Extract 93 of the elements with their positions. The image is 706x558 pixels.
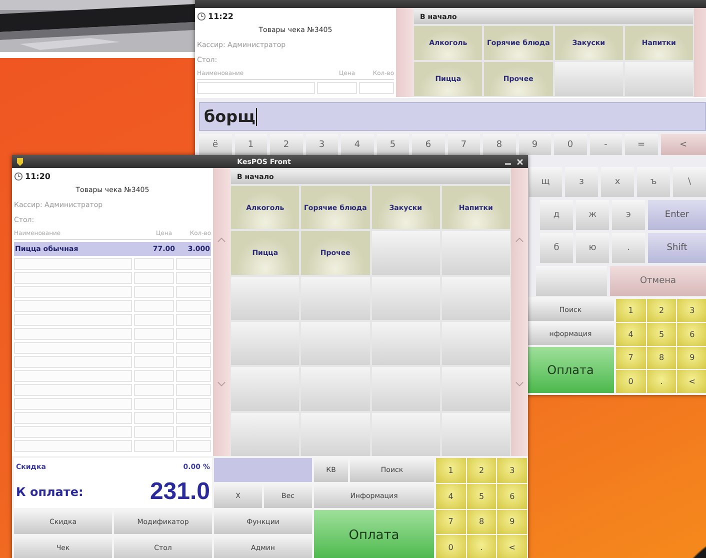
category-button[interactable] bbox=[442, 276, 510, 320]
keyboard-key[interactable]: . bbox=[612, 233, 645, 263]
numpad-key[interactable]: 7 bbox=[616, 346, 646, 370]
scroll-column[interactable] bbox=[213, 168, 230, 456]
keyboard-key[interactable]: Shift bbox=[648, 233, 706, 263]
keyboard-key[interactable]: э bbox=[612, 200, 645, 230]
keyboard-key[interactable]: 0 bbox=[554, 134, 586, 155]
pay-button[interactable]: Оплата bbox=[527, 347, 614, 393]
category-button[interactable] bbox=[301, 367, 370, 411]
category-button[interactable] bbox=[301, 412, 370, 456]
keyboard-key[interactable]: 2 bbox=[270, 134, 302, 155]
numpad-key[interactable]: 9 bbox=[497, 510, 527, 534]
keyboard-key[interactable]: д bbox=[540, 200, 573, 230]
category-button[interactable] bbox=[231, 367, 300, 411]
chevron-down-icon[interactable] bbox=[515, 381, 524, 387]
keyboard-key[interactable]: ж bbox=[576, 200, 609, 230]
category-button[interactable] bbox=[372, 367, 440, 411]
keyboard-key[interactable]: Enter bbox=[648, 200, 706, 230]
numpad-key[interactable]: 0 bbox=[436, 535, 466, 558]
keyboard-key[interactable]: з bbox=[565, 167, 598, 197]
numpad-key[interactable]: 4 bbox=[436, 484, 466, 508]
clock-time: 11:20 bbox=[25, 172, 50, 181]
text-cursor bbox=[256, 108, 258, 126]
category-button[interactable] bbox=[554, 62, 623, 96]
numpad-key[interactable]: 3 bbox=[677, 299, 706, 322]
numpad-key[interactable]: . bbox=[466, 535, 496, 558]
category-button[interactable] bbox=[301, 276, 370, 320]
keyboard-key[interactable]: 7 bbox=[448, 134, 480, 155]
category-button[interactable] bbox=[301, 322, 370, 366]
keyboard-key[interactable]: ю bbox=[576, 233, 609, 263]
numpad-key[interactable]: 1 bbox=[616, 299, 646, 322]
clock-icon bbox=[197, 12, 206, 21]
category-button[interactable] bbox=[231, 276, 300, 320]
numpad-key[interactable]: 5 bbox=[646, 322, 676, 346]
category-button[interactable] bbox=[442, 322, 510, 366]
keyboard-key[interactable]: Отмена bbox=[610, 266, 706, 296]
category-button[interactable] bbox=[442, 412, 510, 456]
category-button[interactable] bbox=[231, 412, 300, 456]
numpad-key[interactable]: 9 bbox=[677, 346, 706, 370]
category-button[interactable] bbox=[442, 367, 510, 411]
quantity-field[interactable] bbox=[214, 458, 312, 482]
numpad-key[interactable]: 6 bbox=[497, 484, 527, 508]
keyboard-key[interactable]: \ bbox=[673, 167, 706, 197]
keyboard-key[interactable]: 8 bbox=[483, 134, 516, 155]
numpad-key[interactable]: 2 bbox=[466, 458, 496, 483]
pay-button[interactable]: Оплата bbox=[314, 510, 434, 558]
close-icon[interactable] bbox=[516, 158, 524, 166]
numpad-key[interactable]: 1 bbox=[436, 458, 466, 483]
chevron-up-icon[interactable] bbox=[515, 237, 524, 243]
keyboard-key[interactable]: 5 bbox=[376, 134, 409, 155]
numpad-key[interactable]: . bbox=[646, 370, 676, 393]
keyboard-key[interactable]: = bbox=[625, 134, 658, 155]
chevron-down-icon[interactable] bbox=[217, 381, 226, 387]
scroll-column[interactable] bbox=[396, 8, 413, 97]
numpad-key[interactable]: 8 bbox=[466, 510, 496, 534]
keyboard-key[interactable]: ё bbox=[199, 134, 232, 155]
keyboard-key[interactable]: 3 bbox=[306, 134, 338, 155]
numpad-key[interactable]: 7 bbox=[436, 510, 466, 534]
numpad-key[interactable]: 4 bbox=[616, 322, 646, 346]
numpad-key[interactable]: < bbox=[497, 535, 527, 558]
category-button[interactable] bbox=[372, 412, 440, 456]
search-field[interactable]: борщ bbox=[199, 102, 706, 131]
keyboard-key[interactable]: 6 bbox=[412, 134, 444, 155]
keyboard-key[interactable]: щ bbox=[529, 167, 562, 197]
category-button[interactable] bbox=[372, 322, 440, 366]
total-amount: 231.0 bbox=[150, 478, 210, 506]
keyboard-key[interactable]: 1 bbox=[234, 134, 267, 155]
clock-icon bbox=[14, 172, 23, 181]
category-button[interactable] bbox=[624, 62, 693, 96]
keyboard-key[interactable]: - bbox=[590, 134, 622, 155]
keyboard-key[interactable] bbox=[536, 266, 607, 296]
numpad-key[interactable]: 5 bbox=[466, 484, 496, 508]
numpad-key[interactable]: < bbox=[677, 370, 706, 393]
keyboard-key[interactable]: 9 bbox=[518, 134, 551, 155]
chevron-up-icon[interactable] bbox=[217, 237, 226, 243]
keyboard-key[interactable]: х bbox=[601, 167, 634, 197]
category-button[interactable] bbox=[372, 231, 440, 275]
scroll-column[interactable] bbox=[694, 8, 706, 97]
keyboard-key[interactable]: б bbox=[540, 233, 573, 263]
keyboard-key[interactable]: ъ bbox=[637, 167, 670, 197]
numpad-key[interactable]: 6 bbox=[677, 322, 706, 346]
numpad-key[interactable]: 8 bbox=[646, 346, 676, 370]
app-icon bbox=[16, 156, 24, 166]
category-button[interactable] bbox=[442, 231, 510, 275]
category-button[interactable] bbox=[372, 276, 440, 320]
numpad-key[interactable]: 0 bbox=[616, 370, 646, 393]
keyboard-key[interactable]: 4 bbox=[341, 134, 374, 155]
category-button[interactable] bbox=[231, 322, 300, 366]
keyboard-key[interactable]: < bbox=[660, 134, 706, 155]
numpad-key[interactable]: 3 bbox=[497, 458, 527, 483]
clock-time: 11:22 bbox=[208, 12, 234, 21]
numpad-key[interactable]: 2 bbox=[646, 299, 676, 322]
total-label: К оплате: bbox=[16, 485, 84, 499]
